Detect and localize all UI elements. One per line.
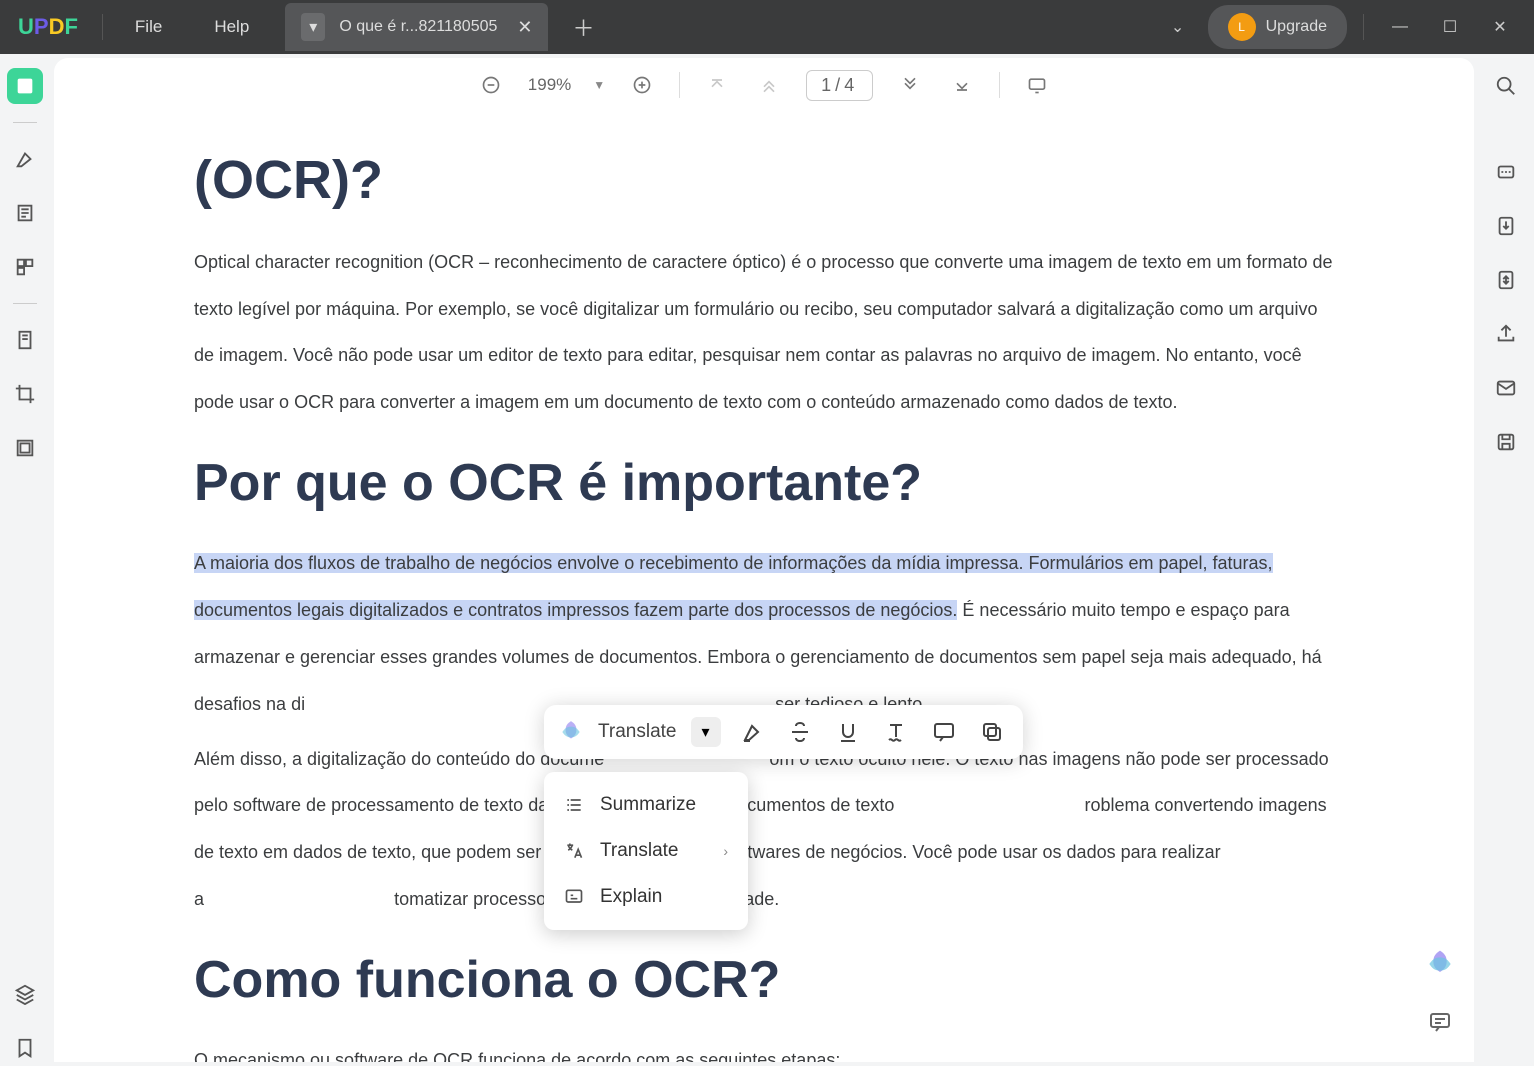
layers-icon[interactable] (7, 976, 43, 1012)
bookmark-icon[interactable] (7, 1030, 43, 1066)
divider (13, 303, 37, 304)
strikethrough-icon[interactable] (783, 715, 817, 749)
separator (999, 72, 1000, 98)
email-icon[interactable] (1488, 370, 1524, 406)
ai-menu-label: Summarize (600, 794, 696, 816)
text: Além disso, a digitalização do conteúdo … (194, 749, 604, 769)
right-rail (1478, 54, 1534, 1066)
center-pane: 199% ▼ 1/4 (OCR)? Optical character reco… (50, 54, 1478, 1066)
document-tab[interactable]: ▾ O que é r...821180505 ✕ (285, 3, 548, 51)
paragraph: A maioria dos fluxos de trabalho de negó… (194, 540, 1334, 727)
list-icon (564, 795, 584, 815)
first-page-button[interactable] (702, 70, 732, 100)
paragraph: Além disso, a digitalização do conteúdo … (194, 736, 1334, 923)
search-icon[interactable] (1488, 68, 1524, 104)
heading-partial: (OCR)? (194, 148, 1334, 213)
ai-menu: Summarize Translate › Explain (544, 772, 748, 930)
crop-icon[interactable] (7, 376, 43, 412)
app-logo: UPDF (0, 14, 96, 40)
document-viewport[interactable]: (OCR)? Optical character recognition (OC… (54, 112, 1474, 1062)
presentation-icon[interactable] (1022, 70, 1052, 100)
reader-mode-icon[interactable] (7, 68, 43, 104)
app-body: 199% ▼ 1/4 (OCR)? Optical character reco… (0, 54, 1534, 1066)
convert-icon[interactable] (1488, 208, 1524, 244)
highlight-icon[interactable] (735, 715, 769, 749)
comment-icon[interactable] (927, 715, 961, 749)
compress-icon[interactable] (1488, 262, 1524, 298)
underline-icon[interactable] (831, 715, 865, 749)
highlighter-icon[interactable] (7, 141, 43, 177)
form-icon[interactable] (7, 430, 43, 466)
titlebar: UPDF File Help ▾ O que é r...821180505 ✕… (0, 0, 1534, 54)
heading: Por que o OCR é importante? (194, 452, 1334, 514)
page-total: 4 (844, 75, 858, 95)
document-content: (OCR)? Optical character recognition (OC… (54, 112, 1474, 1062)
avatar: L (1228, 13, 1256, 41)
ai-translate[interactable]: Translate › (544, 828, 748, 874)
organize-pages-icon[interactable] (7, 249, 43, 285)
left-rail (0, 54, 50, 1066)
menu-help[interactable]: Help (188, 17, 275, 37)
page-indicator[interactable]: 1/4 (806, 70, 873, 101)
ai-menu-label: Explain (600, 886, 662, 908)
squiggly-icon[interactable] (879, 715, 913, 749)
ocr-icon[interactable] (1488, 154, 1524, 190)
upgrade-label: Upgrade (1266, 18, 1327, 36)
page-current: 1 (821, 75, 835, 95)
maximize-button[interactable]: ☐ (1430, 7, 1470, 47)
zoom-in-button[interactable] (627, 70, 657, 100)
ai-icon (558, 719, 584, 745)
page-sep: / (835, 75, 844, 95)
next-page-button[interactable] (895, 70, 925, 100)
upgrade-button[interactable]: L Upgrade (1208, 5, 1347, 49)
selection-toolbar: Translate ▾ (544, 705, 1023, 759)
paragraph: O mecanismo ou software de OCR funciona … (194, 1037, 1334, 1062)
zoom-value: 199% (528, 75, 571, 95)
separator (102, 14, 103, 40)
translate-icon (564, 841, 584, 861)
edit-pdf-icon[interactable] (7, 195, 43, 231)
ai-menu-label: Translate (600, 840, 679, 862)
separator (1363, 14, 1364, 40)
top-toolbar: 199% ▼ 1/4 (54, 58, 1474, 112)
heading: Como funciona o OCR? (194, 949, 1334, 1011)
prev-page-button[interactable] (754, 70, 784, 100)
ai-explain[interactable]: Explain (544, 874, 748, 920)
chevron-right-icon: › (723, 843, 728, 859)
separator (679, 72, 680, 98)
paragraph: Optical character recognition (OCR – rec… (194, 239, 1334, 426)
ai-summarize[interactable]: Summarize (544, 782, 748, 828)
minimize-button[interactable]: — (1380, 7, 1420, 47)
tab-title: O que é r...821180505 (339, 18, 497, 36)
divider (13, 122, 37, 123)
save-icon[interactable] (1488, 424, 1524, 460)
share-icon[interactable] (1488, 316, 1524, 352)
comment-float-icon[interactable] (1424, 1006, 1456, 1038)
new-tab-button[interactable]: ＋ (572, 11, 594, 43)
tab-dropdown-icon[interactable]: ▾ (301, 13, 325, 41)
tabs-dropdown-icon[interactable]: ⌄ (1158, 7, 1198, 47)
copy-icon[interactable] (975, 715, 1009, 749)
page-tool-icon[interactable] (7, 322, 43, 358)
last-page-button[interactable] (947, 70, 977, 100)
menu-file[interactable]: File (109, 17, 188, 37)
explain-icon (564, 887, 584, 907)
tab-close-icon[interactable]: ✕ (517, 17, 532, 38)
ai-float-icon[interactable] (1424, 948, 1456, 980)
translate-label[interactable]: Translate (598, 721, 677, 743)
zoom-dropdown-icon[interactable]: ▼ (593, 78, 605, 92)
ai-dropdown-button[interactable]: ▾ (691, 717, 721, 747)
close-button[interactable]: ✕ (1480, 7, 1520, 47)
zoom-out-button[interactable] (476, 70, 506, 100)
